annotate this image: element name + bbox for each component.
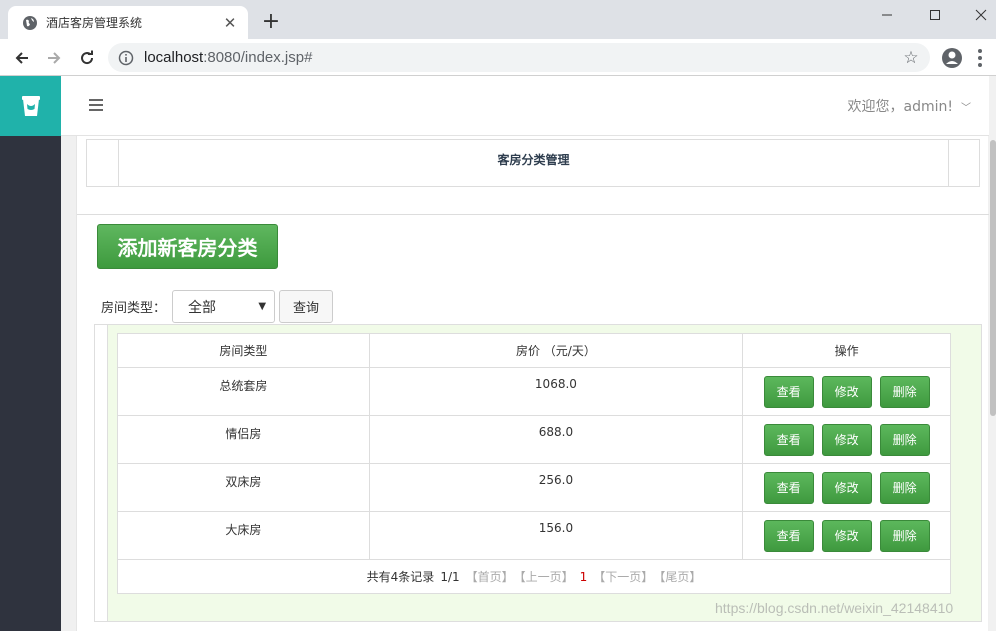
- globe-icon: [23, 15, 37, 30]
- arrow-left-icon: [15, 52, 28, 64]
- menu-toggle-icon[interactable]: [89, 99, 103, 111]
- app-area: 欢迎您，admin! ﹀ 客房分类管理 添加新客房分类 房间类型： 全部 ▼ 查…: [0, 76, 996, 631]
- divider: [77, 214, 989, 215]
- table-row: 大床房 156.0 查看 修改 删除: [117, 511, 951, 560]
- cell-actions: 查看 修改 删除: [742, 367, 951, 416]
- room-type-label: 房间类型：: [101, 301, 167, 316]
- cell-room-type: 情侣房: [117, 415, 370, 464]
- table-row: 总统套房 1068.0 查看 修改 删除: [117, 367, 951, 416]
- content-panel: 客房分类管理 添加新客房分类 房间类型： 全部 ▼ 查询 房间类型 房价 （元/: [76, 136, 989, 631]
- first-page-link[interactable]: 【首页】: [466, 570, 514, 584]
- grid-container: 房间类型 房价 （元/天） 操作 总统套房 1068.0 查看 修改 删除 情侣…: [94, 324, 982, 622]
- query-button[interactable]: 查询: [279, 290, 334, 323]
- cell-actions: 查看 修改 删除: [742, 415, 951, 464]
- minimize-icon: [882, 14, 892, 16]
- cell-room-type: 总统套房: [117, 367, 370, 416]
- prev-page-link[interactable]: 【上一页】: [520, 570, 574, 584]
- chevron-down-icon: ▼: [258, 301, 267, 312]
- window-minimize-button[interactable]: [864, 0, 910, 30]
- close-icon: [975, 9, 987, 21]
- column-header-actions: 操作: [742, 333, 951, 368]
- next-page-link[interactable]: 【下一页】: [593, 570, 653, 584]
- info-icon[interactable]: [118, 50, 134, 66]
- reload-button[interactable]: [74, 45, 100, 71]
- browser-menu-icon[interactable]: [970, 47, 990, 69]
- url-host: localhost: [144, 49, 204, 66]
- cell-room-type: 大床房: [117, 511, 370, 560]
- browser-tab-strip: 酒店客房管理系统 ✕ +: [0, 0, 996, 39]
- address-bar[interactable]: localhost:8080/index.jsp# ☆: [108, 43, 930, 72]
- page-indicator: 1/1: [440, 570, 460, 584]
- tab-close-icon[interactable]: ✕: [222, 15, 238, 31]
- cell-price: 688.0: [368, 415, 744, 464]
- chevron-down-icon: ﹀: [961, 102, 971, 114]
- window-maximize-button[interactable]: [912, 0, 958, 30]
- page-scrollbar[interactable]: [989, 76, 996, 631]
- reload-icon: [81, 50, 94, 65]
- page-title: 客房分类管理: [119, 140, 949, 186]
- cell-actions: 查看 修改 删除: [742, 463, 951, 512]
- table-row: 情侣房 688.0 查看 修改 删除: [117, 415, 951, 464]
- delete-button[interactable]: 删除: [879, 520, 930, 552]
- profile-avatar-icon[interactable]: [940, 46, 964, 70]
- scrollbar-thumb[interactable]: [990, 140, 996, 416]
- add-room-category-button[interactable]: 添加新客房分类: [97, 224, 278, 269]
- edit-button[interactable]: 修改: [821, 472, 872, 504]
- top-header: 欢迎您，admin! ﹀: [61, 76, 989, 136]
- browser-toolbar: localhost:8080/index.jsp# ☆: [0, 39, 996, 76]
- grid-background: 房间类型 房价 （元/天） 操作 总统套房 1068.0 查看 修改 删除 情侣…: [107, 325, 981, 621]
- cell-price: 156.0: [368, 511, 744, 560]
- cell-actions: 查看 修改 删除: [742, 511, 951, 560]
- watermark: https://blog.csdn.net/weixin_42148410: [715, 600, 954, 616]
- filter-bar: 房间类型： 全部 ▼ 查询: [101, 290, 334, 323]
- tab-title: 酒店客房管理系统: [46, 16, 143, 30]
- room-type-selected: 全部: [188, 299, 217, 316]
- column-header-room-type: 房间类型: [117, 333, 370, 368]
- maximize-icon: [930, 10, 940, 20]
- pager-row: 共有4条记录 1/1 【首页】 【上一页】 1 【下一页】 【尾页】: [117, 559, 951, 594]
- record-count: 共有4条记录: [366, 570, 435, 584]
- view-button[interactable]: 查看: [763, 472, 814, 504]
- welcome-text: 欢迎您，admin!: [847, 99, 953, 115]
- delete-button[interactable]: 删除: [879, 472, 930, 504]
- table-header-row: 房间类型 房价 （元/天） 操作: [117, 333, 951, 368]
- room-type-select[interactable]: 全部 ▼: [172, 290, 276, 323]
- column-header-price: 房价 （元/天）: [368, 333, 744, 368]
- view-button[interactable]: 查看: [763, 520, 814, 552]
- edit-button[interactable]: 修改: [821, 520, 872, 552]
- window-close-button[interactable]: [958, 0, 996, 30]
- delete-button[interactable]: 删除: [879, 424, 930, 456]
- forward-button[interactable]: [41, 45, 67, 71]
- back-button[interactable]: [9, 45, 35, 71]
- table-row: 双床房 256.0 查看 修改 删除: [117, 463, 951, 512]
- url-path: :8080/index.jsp#: [203, 49, 313, 66]
- app-logo[interactable]: [0, 76, 61, 136]
- current-page: 1: [579, 570, 588, 584]
- url-text: localhost:8080/index.jsp#: [144, 49, 902, 66]
- bookmark-star-icon[interactable]: ☆: [902, 49, 920, 67]
- delete-button[interactable]: 删除: [879, 376, 930, 408]
- paint-bucket-icon: [21, 96, 40, 116]
- view-button[interactable]: 查看: [763, 424, 814, 456]
- pagination: 共有4条记录 1/1 【首页】 【上一页】 1 【下一页】 【尾页】: [117, 559, 951, 594]
- sidebar: [0, 76, 61, 631]
- cell-room-type: 双床房: [117, 463, 370, 512]
- new-tab-button[interactable]: +: [258, 9, 284, 35]
- cell-price: 1068.0: [368, 367, 744, 416]
- last-page-link[interactable]: 【尾页】: [659, 570, 701, 584]
- edit-button[interactable]: 修改: [821, 424, 872, 456]
- browser-tab[interactable]: 酒店客房管理系统 ✕: [8, 6, 248, 39]
- arrow-right-icon: [48, 52, 61, 64]
- cell-price: 256.0: [368, 463, 744, 512]
- view-button[interactable]: 查看: [763, 376, 814, 408]
- section-title-bar: 客房分类管理: [86, 139, 980, 187]
- edit-button[interactable]: 修改: [821, 376, 872, 408]
- user-menu[interactable]: 欢迎您，admin! ﹀: [848, 96, 971, 116]
- room-category-table: 房间类型 房价 （元/天） 操作 总统套房 1068.0 查看 修改 删除 情侣…: [117, 333, 951, 594]
